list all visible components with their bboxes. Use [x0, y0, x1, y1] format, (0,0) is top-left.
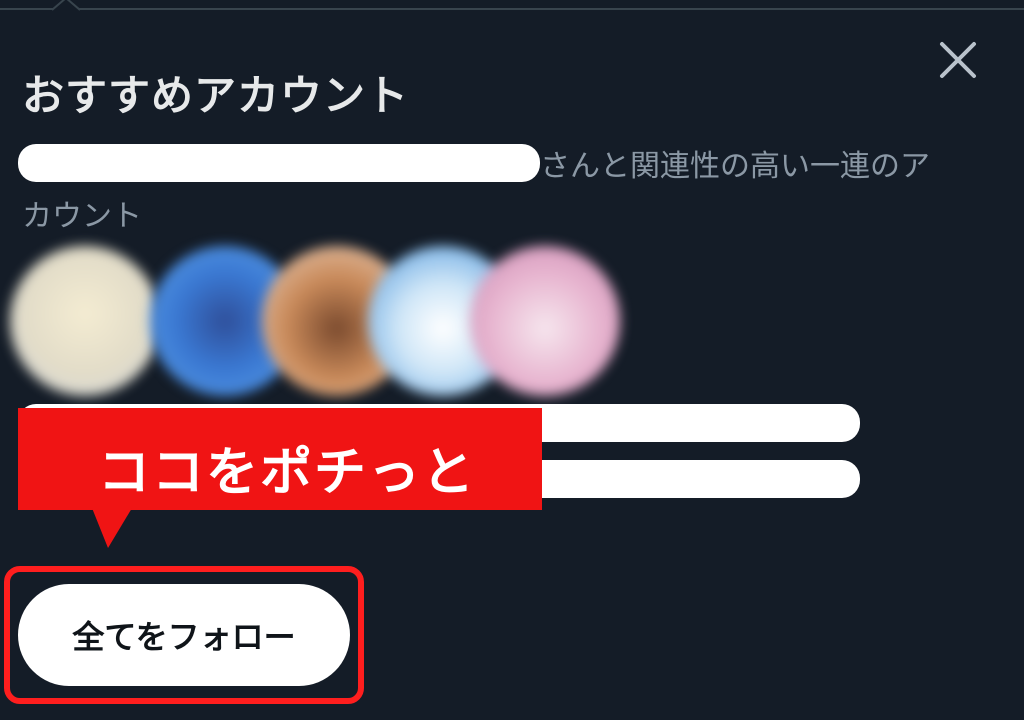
- description-line-1: さんと関連性の高い一連のア: [540, 149, 930, 184]
- modal-title: おすすめアカウント: [22, 71, 410, 120]
- description-line-2: カウント: [22, 199, 142, 234]
- avatar-1: [10, 246, 160, 396]
- top-border: [0, 0, 1024, 10]
- caret-notch-icon: [52, 0, 80, 11]
- close-icon: [940, 42, 976, 78]
- annotation-callout-text: ココをポチっと: [98, 443, 477, 503]
- annotation-callout: ココをポチっと: [18, 408, 542, 510]
- follow-all-button[interactable]: 全てをフォロー: [18, 584, 350, 686]
- close-button[interactable]: [932, 34, 984, 86]
- callout-pointer-icon: [92, 508, 132, 548]
- redaction-bar-account-name: [18, 144, 540, 182]
- avatar-5: [470, 246, 620, 396]
- avatar-stack: [0, 240, 640, 400]
